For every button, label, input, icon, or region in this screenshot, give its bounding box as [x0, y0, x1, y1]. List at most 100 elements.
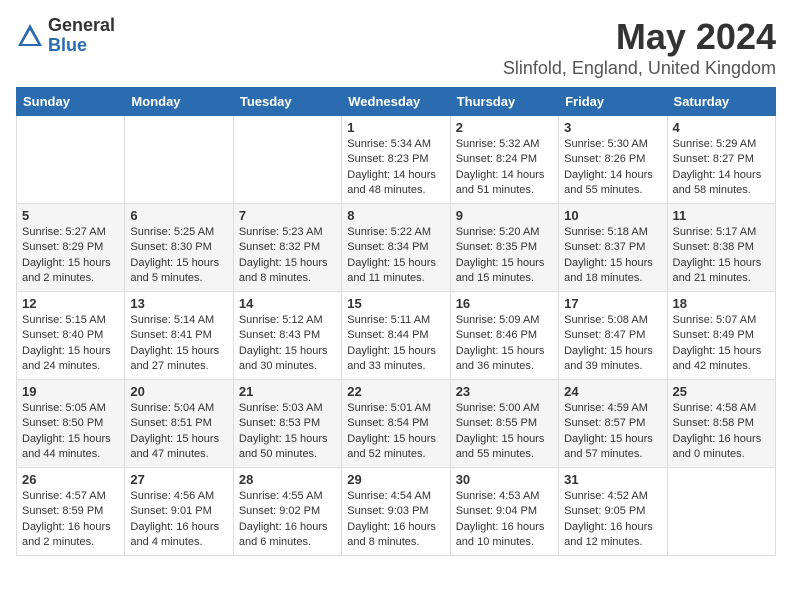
day-info: Sunrise: 4:56 AM Sunset: 9:01 PM Dayligh…	[130, 489, 227, 551]
calendar-cell	[125, 116, 233, 204]
day-number: 22	[347, 384, 444, 399]
day-number: 3	[564, 120, 661, 135]
calendar-cell: 25 Sunrise: 4:58 AM Sunset: 8:58 PM Dayli…	[667, 380, 775, 468]
week-row-4: 26 Sunrise: 4:57 AM Sunset: 8:59 PM Dayli…	[17, 468, 776, 556]
day-info: Sunrise: 5:14 AM Sunset: 8:41 PM Dayligh…	[130, 313, 227, 375]
day-number: 18	[673, 296, 770, 311]
logo: General Blue	[16, 16, 115, 56]
day-info: Sunrise: 4:59 AM Sunset: 8:57 PM Dayligh…	[564, 401, 661, 463]
day-info: Sunrise: 4:53 AM Sunset: 9:04 PM Dayligh…	[456, 489, 553, 551]
day-info: Sunrise: 5:11 AM Sunset: 8:44 PM Dayligh…	[347, 313, 444, 375]
day-info: Sunrise: 5:03 AM Sunset: 8:53 PM Dayligh…	[239, 401, 336, 463]
calendar-cell	[233, 116, 341, 204]
day-number: 24	[564, 384, 661, 399]
day-info: Sunrise: 4:57 AM Sunset: 8:59 PM Dayligh…	[22, 489, 119, 551]
calendar-cell: 9 Sunrise: 5:20 AM Sunset: 8:35 PM Daylig…	[450, 204, 558, 292]
calendar-cell: 23 Sunrise: 5:00 AM Sunset: 8:55 PM Dayli…	[450, 380, 558, 468]
day-info: Sunrise: 5:32 AM Sunset: 8:24 PM Dayligh…	[456, 137, 553, 199]
day-info: Sunrise: 5:18 AM Sunset: 8:37 PM Dayligh…	[564, 225, 661, 287]
calendar-header: SundayMondayTuesdayWednesdayThursdayFrid…	[17, 88, 776, 116]
header-monday: Monday	[125, 88, 233, 116]
day-number: 11	[673, 208, 770, 223]
calendar-cell: 1 Sunrise: 5:34 AM Sunset: 8:23 PM Daylig…	[342, 116, 450, 204]
day-number: 1	[347, 120, 444, 135]
calendar-cell: 20 Sunrise: 5:04 AM Sunset: 8:51 PM Dayli…	[125, 380, 233, 468]
day-info: Sunrise: 5:25 AM Sunset: 8:30 PM Dayligh…	[130, 225, 227, 287]
calendar-cell: 12 Sunrise: 5:15 AM Sunset: 8:40 PM Dayli…	[17, 292, 125, 380]
calendar-cell: 18 Sunrise: 5:07 AM Sunset: 8:49 PM Dayli…	[667, 292, 775, 380]
day-info: Sunrise: 5:30 AM Sunset: 8:26 PM Dayligh…	[564, 137, 661, 199]
day-info: Sunrise: 5:29 AM Sunset: 8:27 PM Dayligh…	[673, 137, 770, 199]
calendar-cell: 16Sunrise: 5:09 AM Sunset: 8:46 PM Dayli…	[450, 292, 558, 380]
day-number: 17	[564, 296, 661, 311]
day-info: Sunrise: 4:54 AM Sunset: 9:03 PM Dayligh…	[347, 489, 444, 551]
day-number: 20	[130, 384, 227, 399]
calendar-table: SundayMondayTuesdayWednesdayThursdayFrid…	[16, 87, 776, 556]
subtitle: Slinfold, England, United Kingdom	[503, 58, 776, 79]
day-info: Sunrise: 4:55 AM Sunset: 9:02 PM Dayligh…	[239, 489, 336, 551]
day-number: 6	[130, 208, 227, 223]
calendar-cell: 24 Sunrise: 4:59 AM Sunset: 8:57 PM Dayli…	[559, 380, 667, 468]
calendar-cell: 21 Sunrise: 5:03 AM Sunset: 8:53 PM Dayli…	[233, 380, 341, 468]
week-row-0: 1 Sunrise: 5:34 AM Sunset: 8:23 PM Daylig…	[17, 116, 776, 204]
calendar-cell: 5Sunrise: 5:27 AM Sunset: 8:29 PM Daylig…	[17, 204, 125, 292]
day-number: 29	[347, 472, 444, 487]
calendar-cell: 22 Sunrise: 5:01 AM Sunset: 8:54 PM Dayli…	[342, 380, 450, 468]
calendar-cell: 29 Sunrise: 4:54 AM Sunset: 9:03 PM Dayli…	[342, 468, 450, 556]
day-number: 16	[456, 296, 553, 311]
header-friday: Friday	[559, 88, 667, 116]
main-title: May 2024	[503, 16, 776, 58]
logo-text: General Blue	[48, 16, 115, 56]
day-info: Sunrise: 4:52 AM Sunset: 9:05 PM Dayligh…	[564, 489, 661, 551]
week-row-2: 12 Sunrise: 5:15 AM Sunset: 8:40 PM Dayli…	[17, 292, 776, 380]
calendar-cell: 4Sunrise: 5:29 AM Sunset: 8:27 PM Daylig…	[667, 116, 775, 204]
calendar-cell: 7 Sunrise: 5:23 AM Sunset: 8:32 PM Daylig…	[233, 204, 341, 292]
day-number: 13	[130, 296, 227, 311]
day-info: Sunrise: 5:20 AM Sunset: 8:35 PM Dayligh…	[456, 225, 553, 287]
day-info: Sunrise: 5:23 AM Sunset: 8:32 PM Dayligh…	[239, 225, 336, 287]
day-info: Sunrise: 5:34 AM Sunset: 8:23 PM Dayligh…	[347, 137, 444, 199]
day-number: 7	[239, 208, 336, 223]
day-info: Sunrise: 4:58 AM Sunset: 8:58 PM Dayligh…	[673, 401, 770, 463]
day-info: Sunrise: 5:00 AM Sunset: 8:55 PM Dayligh…	[456, 401, 553, 463]
day-number: 14	[239, 296, 336, 311]
day-number: 8	[347, 208, 444, 223]
day-number: 23	[456, 384, 553, 399]
page-header: General Blue May 2024 Slinfold, England,…	[16, 16, 776, 79]
header-sunday: Sunday	[17, 88, 125, 116]
day-info: Sunrise: 5:07 AM Sunset: 8:49 PM Dayligh…	[673, 313, 770, 375]
calendar-cell: 10Sunrise: 5:18 AM Sunset: 8:37 PM Dayli…	[559, 204, 667, 292]
day-info: Sunrise: 5:22 AM Sunset: 8:34 PM Dayligh…	[347, 225, 444, 287]
day-number: 5	[22, 208, 119, 223]
calendar-cell: 31Sunrise: 4:52 AM Sunset: 9:05 PM Dayli…	[559, 468, 667, 556]
day-number: 25	[673, 384, 770, 399]
day-number: 9	[456, 208, 553, 223]
day-number: 2	[456, 120, 553, 135]
day-number: 30	[456, 472, 553, 487]
calendar-body: 1 Sunrise: 5:34 AM Sunset: 8:23 PM Daylig…	[17, 116, 776, 556]
day-info: Sunrise: 5:08 AM Sunset: 8:47 PM Dayligh…	[564, 313, 661, 375]
day-info: Sunrise: 5:05 AM Sunset: 8:50 PM Dayligh…	[22, 401, 119, 463]
day-number: 12	[22, 296, 119, 311]
logo-icon	[16, 22, 44, 50]
calendar-cell: 2 Sunrise: 5:32 AM Sunset: 8:24 PM Daylig…	[450, 116, 558, 204]
calendar-cell	[667, 468, 775, 556]
day-info: Sunrise: 5:01 AM Sunset: 8:54 PM Dayligh…	[347, 401, 444, 463]
calendar-cell: 11Sunrise: 5:17 AM Sunset: 8:38 PM Dayli…	[667, 204, 775, 292]
title-block: May 2024 Slinfold, England, United Kingd…	[503, 16, 776, 79]
week-row-3: 19Sunrise: 5:05 AM Sunset: 8:50 PM Dayli…	[17, 380, 776, 468]
calendar-cell: 3 Sunrise: 5:30 AM Sunset: 8:26 PM Daylig…	[559, 116, 667, 204]
day-info: Sunrise: 5:15 AM Sunset: 8:40 PM Dayligh…	[22, 313, 119, 375]
day-info: Sunrise: 5:04 AM Sunset: 8:51 PM Dayligh…	[130, 401, 227, 463]
calendar-cell: 14Sunrise: 5:12 AM Sunset: 8:43 PM Dayli…	[233, 292, 341, 380]
calendar-cell: 30 Sunrise: 4:53 AM Sunset: 9:04 PM Dayli…	[450, 468, 558, 556]
day-number: 26	[22, 472, 119, 487]
day-number: 15	[347, 296, 444, 311]
day-number: 28	[239, 472, 336, 487]
day-number: 21	[239, 384, 336, 399]
header-thursday: Thursday	[450, 88, 558, 116]
calendar-cell: 17 Sunrise: 5:08 AM Sunset: 8:47 PM Dayli…	[559, 292, 667, 380]
calendar-cell: 6 Sunrise: 5:25 AM Sunset: 8:30 PM Daylig…	[125, 204, 233, 292]
calendar-cell: 19Sunrise: 5:05 AM Sunset: 8:50 PM Dayli…	[17, 380, 125, 468]
calendar-cell: 26 Sunrise: 4:57 AM Sunset: 8:59 PM Dayli…	[17, 468, 125, 556]
